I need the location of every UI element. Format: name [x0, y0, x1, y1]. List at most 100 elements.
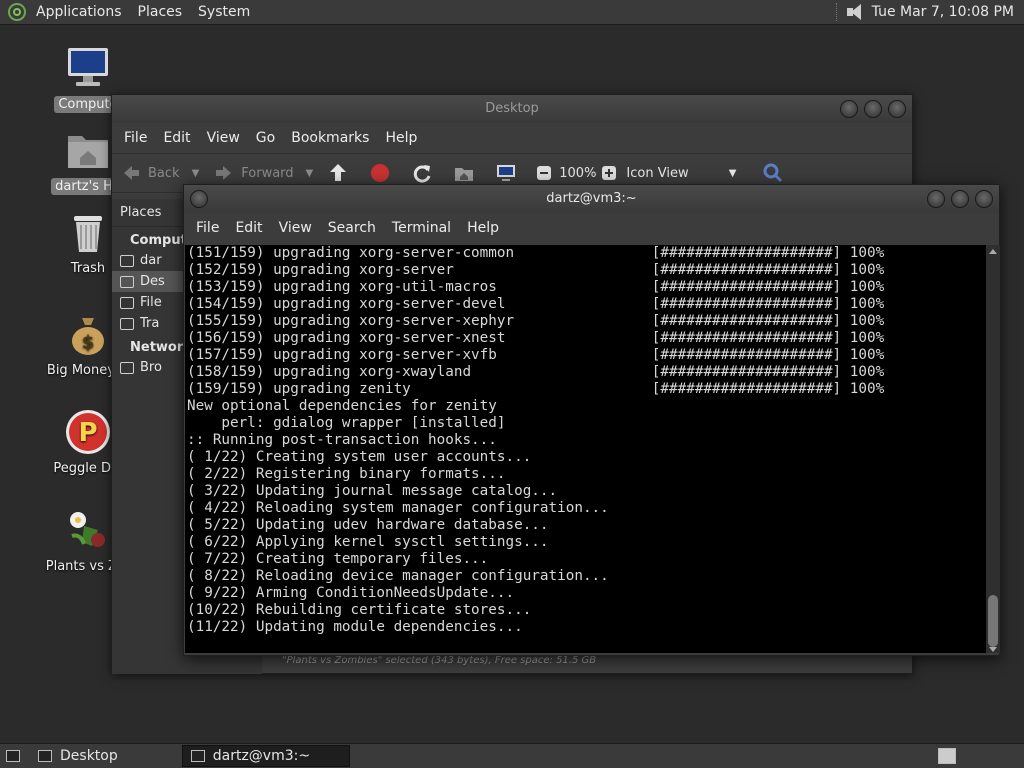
network-icon: [120, 362, 134, 374]
terminal-window[interactable]: dartz@vm3:~ File Edit View Search Termin…: [183, 184, 1000, 656]
volume-icon[interactable]: [846, 3, 866, 21]
sidebar-item-label: Tra: [140, 316, 160, 331]
terminal-line: New optional dependencies for zenity: [187, 398, 497, 414]
home-icon: [453, 162, 475, 184]
forward-label: Forward: [241, 165, 294, 181]
scroll-down-icon[interactable]: [989, 647, 997, 652]
file-manager-menubar: File Edit View Go Bookmarks Help: [112, 123, 912, 153]
arrow-right-icon: [213, 162, 235, 184]
terminal-line: (156/159) upgrading xorg-server-xnest [#…: [187, 330, 885, 346]
menu-applications[interactable]: Applications: [28, 0, 130, 25]
terminal-line: ( 3/22) Updating journal message catalog…: [187, 483, 558, 499]
show-desktop-button[interactable]: [0, 745, 26, 767]
taskbar-item-desktop[interactable]: Desktop: [30, 745, 126, 767]
terminal-line: perl: gdialog wrapper [installed]: [187, 415, 506, 431]
clock[interactable]: Tue Mar 7, 10:08 PM: [866, 4, 1024, 20]
zoom-out-button[interactable]: 100%: [537, 166, 596, 181]
window-title: dartz@vm3:~: [546, 191, 637, 206]
terminal-titlebar[interactable]: dartz@vm3:~: [184, 185, 999, 213]
terminal-line: (157/159) upgrading xorg-server-xvfb [##…: [187, 347, 885, 363]
minimize-button[interactable]: [927, 190, 945, 208]
menu-view[interactable]: View: [199, 130, 248, 146]
search-button[interactable]: [762, 162, 790, 184]
panel-separator: [835, 3, 842, 21]
search-icon: [762, 162, 784, 184]
workspace-switcher[interactable]: [930, 745, 964, 767]
menu-file[interactable]: File: [188, 220, 227, 236]
terminal-icon: [190, 750, 205, 762]
terminal-line: ( 7/22) Creating temporary files...: [187, 551, 489, 567]
close-button[interactable]: [975, 190, 993, 208]
forward-button[interactable]: Forward ▼: [213, 162, 313, 184]
menu-terminal[interactable]: Terminal: [384, 220, 459, 236]
terminal-line: (151/159) upgrading xorg-server-common […: [187, 245, 885, 261]
computer-icon: [64, 44, 112, 92]
home-folder-icon: [64, 126, 112, 174]
terminal-line: ( 6/22) Applying kernel sysctl settings.…: [187, 534, 549, 550]
peggle-icon: P: [64, 408, 112, 456]
menu-places[interactable]: Places: [130, 0, 191, 25]
svg-text:P: P: [78, 418, 97, 448]
menu-edit[interactable]: Edit: [227, 220, 270, 236]
menu-help[interactable]: Help: [459, 220, 507, 236]
reload-button[interactable]: [411, 162, 439, 184]
view-mode-value: Icon View: [626, 165, 689, 181]
arrow-up-icon: [327, 162, 349, 184]
menu-system[interactable]: System: [190, 0, 258, 25]
terminal-line: (158/159) upgrading xorg-xwayland [#####…: [187, 364, 885, 380]
stop-button[interactable]: [369, 162, 397, 184]
terminal-line: ( 4/22) Reloading system manager configu…: [187, 500, 609, 516]
zoom-out-icon: [537, 166, 552, 180]
window-controls: [840, 100, 906, 118]
bottom-panel: Desktop dartz@vm3:~: [0, 743, 1024, 768]
zoom-level: 100%: [559, 165, 597, 181]
maximize-button[interactable]: [951, 190, 969, 208]
home-button[interactable]: [453, 162, 481, 184]
zoom-in-icon: [602, 166, 617, 180]
forward-history-arrow-icon[interactable]: ▼: [306, 168, 314, 179]
menu-bookmarks[interactable]: Bookmarks: [283, 130, 377, 146]
sidebar-item-label: dar: [140, 253, 162, 268]
desktop-icon-label: Trash: [70, 261, 106, 276]
menu-view[interactable]: View: [271, 220, 320, 236]
reload-icon: [411, 162, 433, 184]
minimize-button[interactable]: [840, 100, 858, 118]
terminal-line: (159/159) upgrading zenity [############…: [187, 381, 885, 397]
scrollbar-thumb[interactable]: [988, 595, 998, 647]
taskbar-item-label: dartz@vm3:~: [212, 748, 311, 764]
svg-text:$: $: [82, 332, 95, 353]
close-button[interactable]: [888, 100, 906, 118]
menu-help[interactable]: Help: [377, 130, 425, 146]
sidebar-item-label: Bro: [140, 360, 162, 375]
maximize-button[interactable]: [864, 100, 882, 118]
terminal-scrollbar[interactable]: [986, 245, 1000, 653]
back-label: Back: [148, 165, 180, 181]
terminal-output[interactable]: (151/159) upgrading xorg-server-common […: [185, 245, 986, 653]
status-bar: "Plants vs Zombies" selected (343 bytes)…: [282, 655, 597, 666]
distro-logo-icon[interactable]: [8, 3, 26, 21]
view-mode-select[interactable]: Icon View ▼: [626, 166, 736, 181]
taskbar-item-terminal[interactable]: dartz@vm3:~: [181, 745, 350, 767]
terminal-line: ( 5/22) Updating udev hardware database.…: [187, 517, 549, 533]
file-manager-icon: [38, 750, 52, 762]
terminal-line: (10/22) Rebuilding certificate stores...: [187, 602, 532, 618]
menu-go[interactable]: Go: [248, 130, 283, 146]
window-menu-button[interactable]: [190, 190, 208, 208]
up-button[interactable]: [327, 162, 355, 184]
window-title: Desktop: [485, 101, 539, 116]
terminal-line: (153/159) upgrading xorg-util-macros [##…: [187, 279, 885, 295]
zoom-in-button[interactable]: [602, 166, 617, 180]
taskbar-item-label: Desktop: [60, 748, 118, 764]
file-manager-titlebar[interactable]: Desktop: [112, 95, 912, 123]
terminal-line: ( 2/22) Registering binary formats...: [187, 466, 506, 482]
drive-icon: [120, 297, 134, 309]
menu-file[interactable]: File: [116, 130, 155, 146]
scroll-up-icon[interactable]: [989, 249, 997, 254]
back-history-arrow-icon[interactable]: ▼: [192, 168, 200, 179]
terminal-menubar: File Edit View Search Terminal Help: [184, 213, 999, 243]
menu-edit[interactable]: Edit: [155, 130, 198, 146]
menu-search[interactable]: Search: [320, 220, 384, 236]
computer-button[interactable]: [495, 162, 523, 184]
chevron-down-icon: ▼: [728, 167, 737, 179]
back-button[interactable]: Back ▼: [120, 162, 199, 184]
